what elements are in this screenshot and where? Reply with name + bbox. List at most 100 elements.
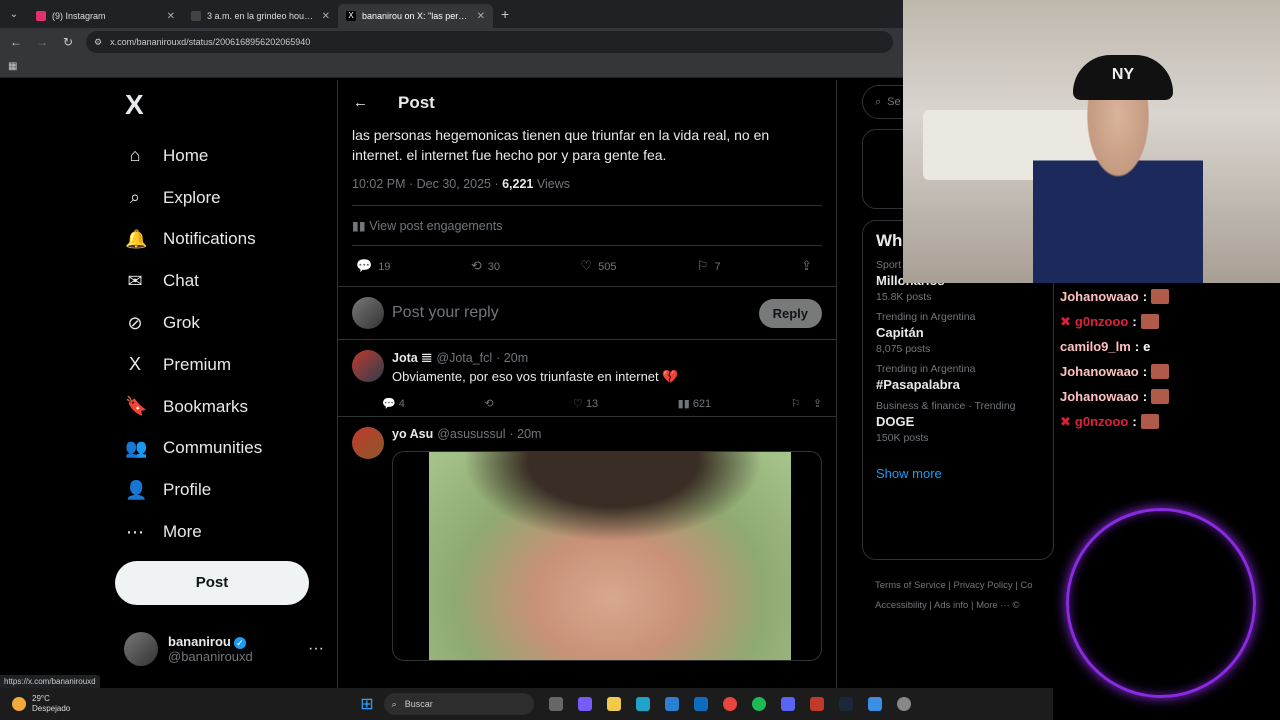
reply-author-handle[interactable]: @asusussul (437, 427, 505, 441)
share-icon[interactable]: ⇪ (813, 398, 822, 410)
discord-icon[interactable] (780, 697, 795, 711)
photos-icon[interactable] (867, 697, 882, 711)
reply-text: Obviamente, por eso vos triunfaste en in… (392, 369, 679, 384)
apps-grid-icon[interactable]: ▦ (8, 61, 17, 72)
views-label: Views (533, 177, 570, 191)
app-icon[interactable] (809, 697, 824, 711)
repost-action[interactable]: ⟲ (484, 397, 493, 410)
nav-label: Notifications (163, 229, 256, 249)
close-tab-icon[interactable]: ✕ (322, 11, 330, 22)
settings-icon[interactable] (896, 697, 911, 711)
trend-context: Business & finance · Trending (876, 400, 1016, 412)
share-action[interactable]: ⇪ (801, 258, 818, 274)
browser-tab-x[interactable]: X bananirou on X: "las personas h ✕ (338, 4, 493, 28)
reply-media-image[interactable] (392, 451, 822, 661)
taskbar-search[interactable]: ⌕ Buscar (383, 693, 534, 715)
back-arrow-icon[interactable]: ← (353, 94, 368, 111)
copilot-icon[interactable] (577, 697, 592, 711)
reply-time[interactable]: · 20m (510, 427, 542, 441)
reply-action[interactable]: 💬 4 (382, 397, 405, 410)
site-info-icon[interactable]: ⚙ (94, 37, 102, 48)
avatar (124, 632, 158, 666)
close-tab-icon[interactable]: ✕ (477, 11, 485, 22)
nav-notifications[interactable]: 🔔 Notifications (115, 219, 330, 261)
reply-composer: Post your reply Reply (338, 287, 836, 340)
reply-count: 4 (398, 398, 405, 410)
chrome-icon[interactable] (722, 697, 737, 711)
reply-tweet[interactable]: Jota 𝌆 @Jota_fcl · 20m ⊘··· Obviamente, … (338, 340, 836, 417)
analytics-icon: ▮▮ (352, 219, 370, 233)
footer-link[interactable]: More ··· (976, 600, 1010, 611)
browser-tab-instagram[interactable]: (9) Instagram ✕ (28, 4, 183, 28)
tweet-time[interactable]: 10:02 PM · Dec 30, 2025 · (352, 177, 502, 191)
trend-item[interactable]: Trending in Argentina Capitán 8,075 post… (876, 311, 1040, 355)
outlook-icon[interactable] (693, 697, 708, 711)
trend-item[interactable]: Business & finance · Trending DOGE 150K … (876, 400, 1040, 444)
browser-tab-tiktok[interactable]: 3 a.m. en la grindeo house 2 # ✕ (183, 4, 338, 28)
steam-icon[interactable] (838, 697, 853, 711)
post-button[interactable]: Post (115, 560, 309, 605)
reply-action[interactable]: 💬 19 (356, 258, 390, 274)
like-count: 505 (598, 261, 617, 273)
chat-text: e (1143, 339, 1151, 354)
repost-action[interactable]: ⟲ 30 (471, 258, 500, 274)
heart-icon: ♡ (573, 398, 586, 410)
nav-grok[interactable]: ⊘ Grok (115, 302, 330, 344)
spotify-icon[interactable] (751, 697, 766, 711)
footer-link[interactable]: Privacy Policy (954, 580, 1013, 591)
chat-user: Johanowaao (1060, 289, 1139, 304)
account-switcher[interactable]: bananirou ✓ @bananirouxd ··· (124, 632, 324, 666)
reply-author-handle[interactable]: @Jota_fcl (436, 351, 492, 365)
search-icon: ⌕ (875, 95, 882, 108)
x-logo[interactable]: X (125, 89, 330, 121)
nav-profile[interactable]: 👤 Profile (115, 469, 330, 511)
edge-icon[interactable] (635, 697, 650, 711)
trend-item[interactable]: Trending in Argentina #Pasapalabra (876, 363, 1040, 392)
footer-link[interactable]: Accessibility (875, 600, 927, 611)
new-tab-button[interactable]: + (501, 6, 509, 22)
views-action[interactable]: ▮▮ 621 (678, 397, 712, 410)
nav-home[interactable]: ⌂ Home (115, 135, 330, 177)
reply-button[interactable]: Reply (758, 298, 822, 328)
nav-label: Profile (163, 480, 212, 500)
home-icon: ⌂ (129, 145, 141, 166)
more-icon[interactable]: ··· (308, 640, 324, 658)
weather-widget[interactable]: 29°C Despejado (12, 694, 70, 714)
footer-link[interactable]: Co (1020, 580, 1032, 591)
reply-tweet[interactable]: yo Asu @asusussul · 20m ⊘··· (338, 417, 836, 667)
footer-link[interactable]: Ads info (934, 600, 968, 611)
nav-premium[interactable]: X Premium (115, 344, 330, 386)
reply-input[interactable]: Post your reply (392, 304, 751, 322)
nav-explore[interactable]: ⌕ Explore (115, 177, 330, 219)
show-more-link[interactable]: Show more (876, 466, 1040, 481)
bookmark-and-share[interactable]: ⚐ ⇪ (791, 397, 822, 410)
emote-icon (1151, 364, 1170, 379)
chat-user: Johanowaao (1060, 389, 1139, 404)
nav-communities[interactable]: 👥 Communities (115, 428, 330, 470)
tiktok-icon (191, 11, 201, 21)
tab-search-icon[interactable]: ⌄ (0, 0, 28, 28)
bookmark-action[interactable]: ⚐ 7 (697, 258, 721, 274)
reload-icon[interactable]: ↻ (60, 35, 76, 49)
x-premium-icon: X (128, 354, 141, 375)
footer-link[interactable]: Terms of Service (875, 580, 946, 591)
bookmark-icon[interactable]: ⚐ (791, 398, 801, 410)
back-icon[interactable]: ← (8, 35, 24, 49)
view-engagements-link[interactable]: ▮▮ View post engagements (352, 206, 822, 246)
url-field[interactable]: ⚙ x.com/bananirouxd/status/2006168956202… (86, 31, 893, 53)
reply-time[interactable]: · 20m (496, 351, 528, 365)
task-view-icon[interactable] (548, 697, 563, 711)
nav-more[interactable]: ⋯ More (115, 511, 330, 553)
forward-icon[interactable]: → (34, 35, 50, 49)
windows-start-icon[interactable]: ⊞ (360, 694, 373, 714)
like-action[interactable]: ♡ 505 (580, 258, 616, 274)
trend-count: 15.8K posts (876, 291, 932, 303)
close-tab-icon[interactable]: ✕ (167, 11, 175, 22)
reply-author-name[interactable]: yo Asu (392, 427, 433, 441)
nav-chat[interactable]: ✉ Chat (115, 260, 330, 302)
nav-bookmarks[interactable]: 🔖 Bookmarks (115, 386, 330, 428)
file-explorer-icon[interactable] (606, 697, 621, 711)
store-icon[interactable] (664, 697, 679, 711)
reply-author-name[interactable]: Jota 𝌆 (392, 350, 432, 365)
like-action[interactable]: ♡ 13 (573, 397, 598, 410)
